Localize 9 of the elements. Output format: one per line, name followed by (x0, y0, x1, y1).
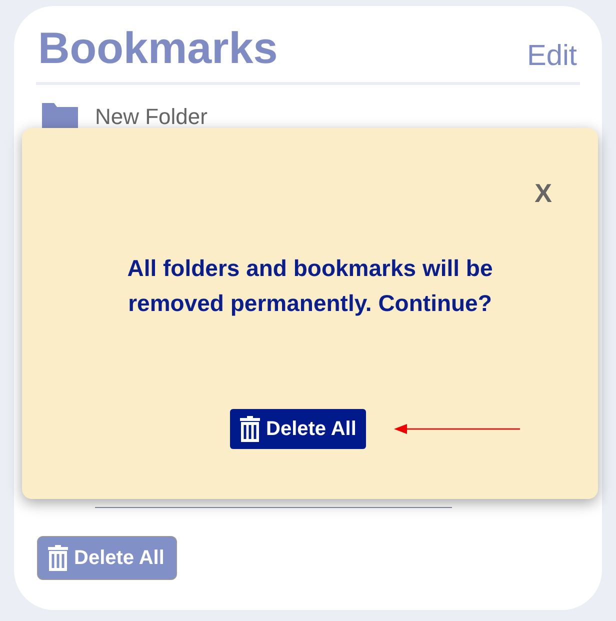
folder-name[interactable]: New Folder (95, 104, 208, 130)
delete-all-button[interactable]: Delete All (37, 536, 178, 580)
trash-icon (48, 545, 68, 571)
edit-link[interactable]: Edit (527, 38, 577, 74)
dialog-message: All folders and bookmarks will be removed permanently. Continue? (126, 254, 494, 318)
close-button[interactable]: X (534, 178, 552, 209)
page-title: Bookmarks (38, 24, 278, 74)
delete-all-button[interactable]: Delete All (230, 409, 366, 449)
trash-icon (240, 416, 260, 442)
